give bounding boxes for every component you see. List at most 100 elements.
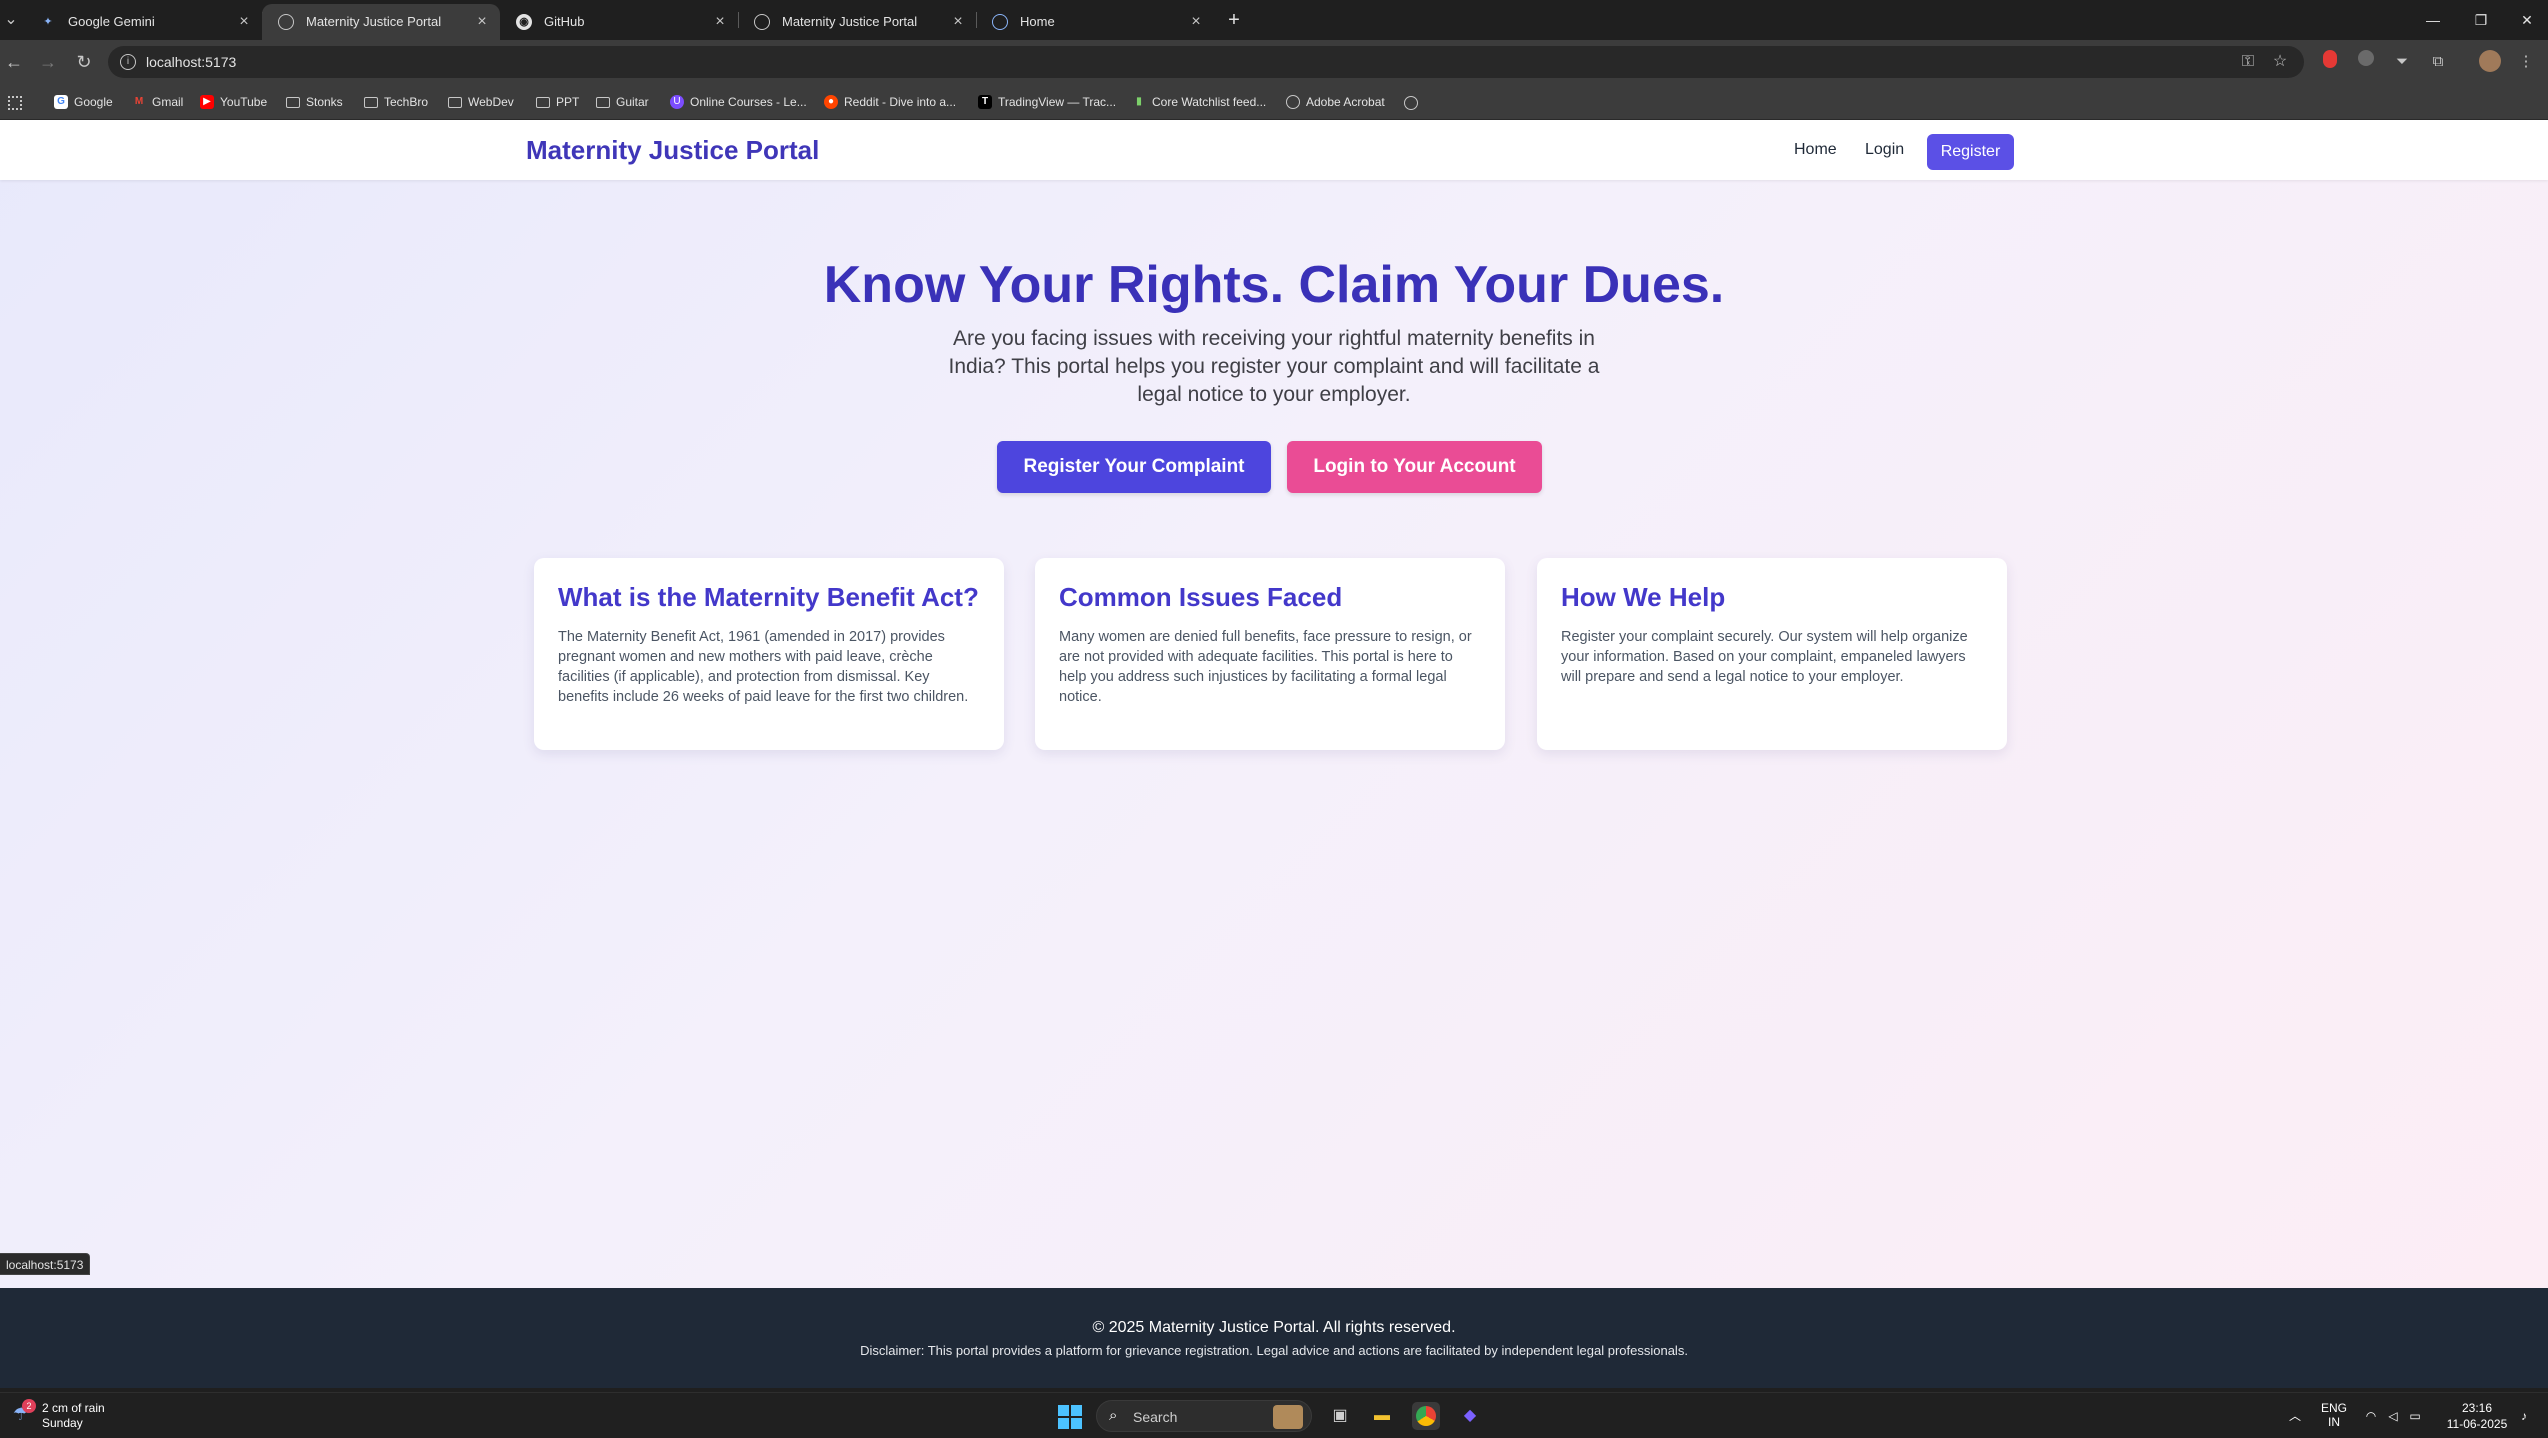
- bookmark-reddit[interactable]: ● Reddit - Dive into a...: [824, 84, 956, 120]
- bookmark-folder-webdev[interactable]: WebDev: [448, 84, 514, 120]
- web-page: Maternity Justice Portal Home Login Regi…: [0, 120, 2548, 1288]
- region-code: IN: [2328, 1415, 2340, 1429]
- info-card-common-issues: Common Issues Faced Many women are denie…: [1035, 558, 1505, 750]
- url-text[interactable]: localhost:5173: [146, 46, 236, 78]
- reload-icon[interactable]: ↻: [70, 48, 98, 76]
- new-tab-button[interactable]: +: [1220, 4, 1248, 36]
- password-key-icon[interactable]: ⚿: [2236, 52, 2260, 72]
- close-tab-icon[interactable]: ×: [472, 4, 492, 40]
- file-explorer-icon[interactable]: ▬: [1368, 1402, 1396, 1430]
- card-body: Register your complaint securely. Our sy…: [1561, 629, 1968, 685]
- close-tab-icon[interactable]: ×: [234, 4, 254, 40]
- register-complaint-button[interactable]: Register Your Complaint: [997, 441, 1271, 493]
- tab-github[interactable]: ◉ GitHub ×: [500, 4, 738, 40]
- bookmark-star-icon[interactable]: ☆: [2268, 52, 2292, 72]
- profile-avatar[interactable]: [2478, 50, 2502, 74]
- extension-red-icon[interactable]: [2318, 50, 2342, 74]
- card-body: The Maternity Benefit Act, 1961 (amended…: [558, 629, 969, 705]
- tab-maternity-justice-portal-active[interactable]: Maternity Justice Portal ×: [262, 4, 500, 40]
- clock[interactable]: 23:16 11-06-2025: [2436, 1393, 2518, 1438]
- bookmark-label: Stonks: [306, 95, 343, 109]
- weather-condition: 2 cm of rain: [42, 1401, 105, 1415]
- clock-time: 23:16: [2461, 1401, 2493, 1415]
- login-account-button[interactable]: Login to Your Account: [1287, 441, 1542, 493]
- search-icon: ⌕: [1109, 1407, 1118, 1424]
- search-highlight-image: [1273, 1405, 1303, 1429]
- battery-icon[interactable]: ▭: [2406, 1393, 2424, 1438]
- search-placeholder: Search: [1133, 1409, 1178, 1425]
- folder-icon: [596, 97, 610, 108]
- folder-icon: [448, 97, 462, 108]
- tab-bar: ⌄ ✦ Google Gemini × Maternity Justice Po…: [0, 0, 2548, 40]
- course-icon: U: [670, 95, 684, 109]
- info-card-how-we-help: How We Help Register your complaint secu…: [1537, 558, 2007, 750]
- windows-start-icon[interactable]: [1058, 1405, 1082, 1429]
- bookmark-youtube[interactable]: ▶ YouTube: [200, 84, 267, 120]
- home-app-icon: [992, 14, 1008, 30]
- site-brand-logo[interactable]: Maternity Justice Portal: [526, 120, 819, 180]
- site-info-icon[interactable]: i: [120, 54, 136, 70]
- notification-bell-icon[interactable]: ♪: [2514, 1393, 2534, 1438]
- browser-toolbar: ← → ↻ i localhost:5173 ⚿ ☆ ⏷ ⧉ ⋮: [0, 40, 2548, 84]
- extension-filter-icon[interactable]: ⏷: [2390, 50, 2414, 74]
- weather-day: Sunday: [42, 1416, 83, 1430]
- card-title: How We Help: [1561, 582, 1726, 612]
- address-bar[interactable]: i localhost:5173 ⚿ ☆: [108, 46, 2304, 78]
- folder-icon: [364, 97, 378, 108]
- bookmark-folder-guitar[interactable]: Guitar: [596, 84, 649, 120]
- site-footer: © 2025 Maternity Justice Portal. All rig…: [0, 1288, 2548, 1388]
- close-tab-icon[interactable]: ×: [1186, 4, 1206, 40]
- back-arrow-icon[interactable]: ←: [0, 48, 28, 76]
- tab-maternity-justice-portal[interactable]: Maternity Justice Portal ×: [738, 4, 976, 40]
- bookmark-folder-techbro[interactable]: TechBro: [364, 84, 428, 120]
- tab-title: Home: [1020, 14, 1055, 29]
- extension-grey-icon[interactable]: [2354, 50, 2378, 74]
- minimize-icon[interactable]: —: [2410, 0, 2456, 40]
- close-window-icon[interactable]: ✕: [2504, 0, 2548, 40]
- tab-title: Maternity Justice Portal: [782, 14, 918, 29]
- bookmark-adobe-acrobat[interactable]: Adobe Acrobat: [1286, 84, 1385, 120]
- tab-search-chevron-icon[interactable]: ⌄: [0, 6, 22, 34]
- status-bar-url: localhost:5173: [0, 1253, 91, 1275]
- nav-home-link[interactable]: Home: [1794, 120, 1837, 180]
- task-view-icon[interactable]: ▣: [1326, 1402, 1354, 1430]
- bookmark-gmail[interactable]: M Gmail: [132, 84, 184, 120]
- hero-title: Know Your Rights. Claim Your Dues.: [823, 256, 1725, 314]
- extensions-puzzle-icon[interactable]: ⧉: [2426, 50, 2450, 74]
- bookmark-folder-stonks[interactable]: Stonks: [286, 84, 343, 120]
- nav-login-link[interactable]: Login: [1865, 120, 1904, 180]
- browser-menu-icon[interactable]: ⋮: [2514, 50, 2538, 74]
- apps-grid-icon[interactable]: [8, 84, 22, 120]
- card-body: Many women are denied full benefits, fac…: [1059, 629, 1472, 705]
- hero-description: Are you facing issues with receiving you…: [948, 327, 1600, 406]
- globe-icon: [1404, 95, 1418, 110]
- bookmark-tradingview[interactable]: T TradingView — Trac...: [978, 84, 1116, 120]
- app-diamond-icon[interactable]: ◆: [1456, 1402, 1484, 1430]
- tab-home[interactable]: Home ×: [976, 4, 1214, 40]
- forward-arrow-icon[interactable]: →: [34, 48, 62, 76]
- chrome-icon[interactable]: [1412, 1402, 1440, 1430]
- tray-overflow-chevron-icon[interactable]: ︿: [2284, 1393, 2306, 1438]
- bookmark-folder-ppt[interactable]: PPT: [536, 84, 579, 120]
- volume-icon[interactable]: ◁: [2384, 1393, 2402, 1438]
- nav-register-button[interactable]: Register: [1927, 134, 2014, 170]
- taskbar-search-box[interactable]: ⌕ Search: [1096, 1400, 1312, 1432]
- restore-icon[interactable]: ❐: [2458, 0, 2504, 40]
- weather-widget[interactable]: 2 cm of rain Sunday: [42, 1401, 105, 1431]
- bookmark-online-courses[interactable]: U Online Courses - Le...: [670, 84, 807, 120]
- tab-title: Google Gemini: [68, 14, 155, 29]
- bookmark-label: YouTube: [220, 95, 268, 109]
- bookmark-label: Adobe Acrobat: [1306, 95, 1385, 109]
- wifi-icon[interactable]: ◠: [2362, 1393, 2380, 1438]
- notification-badge: 2: [22, 1399, 36, 1413]
- language-indicator[interactable]: ENG IN: [2318, 1393, 2350, 1438]
- tab-title: GitHub: [544, 14, 585, 29]
- bookmark-extra[interactable]: [1404, 84, 1418, 120]
- close-tab-icon[interactable]: ×: [948, 4, 968, 40]
- bookmark-core-watchlist[interactable]: ▮ Core Watchlist feed...: [1132, 84, 1266, 120]
- tab-google-gemini[interactable]: ✦ Google Gemini ×: [24, 4, 262, 40]
- bookmark-label: Google: [74, 95, 113, 109]
- bookmark-google[interactable]: G Google: [54, 84, 113, 120]
- close-tab-icon[interactable]: ×: [710, 4, 730, 40]
- bookmark-label: Guitar: [616, 95, 649, 109]
